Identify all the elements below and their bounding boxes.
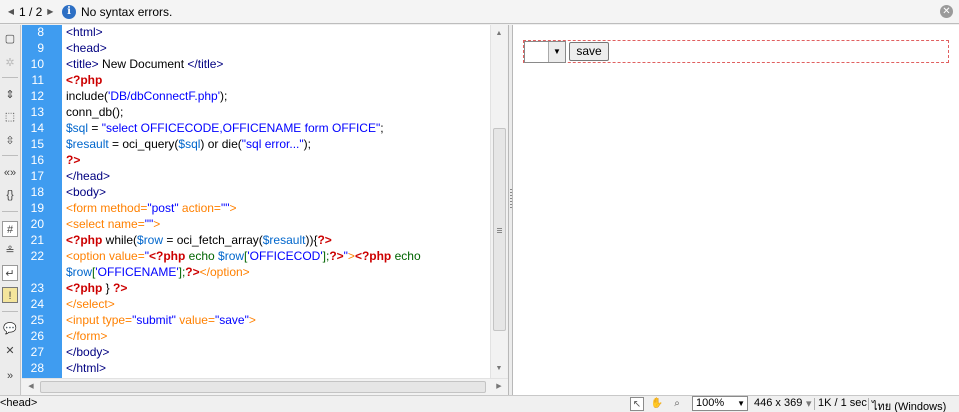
code-text: </select> — [66, 297, 115, 311]
line-number: 17 — [30, 169, 44, 183]
more-tools-chevron-icon[interactable]: » — [2, 368, 18, 384]
code-text: <?php while($row = oci_fetch_array($resa… — [66, 233, 332, 247]
code-text: </head> — [66, 169, 111, 183]
line-number: 16 — [30, 153, 44, 167]
code-text: $row['OFFICENAME'];?></option> — [66, 265, 250, 279]
word-wrap-icon[interactable]: ↵ — [2, 265, 18, 281]
code-text: ?> — [66, 153, 81, 167]
line-number: 11 — [31, 73, 44, 87]
line-number: 23 — [30, 281, 44, 295]
code-text: </body> — [66, 345, 110, 359]
expand-all-icon[interactable]: ⇳ — [2, 133, 18, 149]
syntax-message: No syntax errors. — [81, 4, 173, 19]
chevron-down-icon: ▼ — [737, 399, 745, 408]
info-icon: i — [62, 4, 76, 19]
office-select[interactable]: ▼ — [524, 41, 566, 63]
code-text: <head> — [66, 41, 107, 55]
design-view[interactable]: ▼ save — [513, 25, 959, 395]
code-text: $resault = oci_query($sql) or die("sql e… — [66, 137, 311, 151]
scroll-down-icon[interactable]: ▼ — [494, 364, 504, 374]
balance-braces-icon[interactable]: {} — [2, 187, 18, 203]
status-divider — [814, 398, 815, 410]
code-text: <?php } ?> — [66, 281, 128, 295]
code-text: </form> — [66, 329, 108, 343]
code-text: </html> — [66, 361, 107, 375]
code-text: $sql = "select OFFICECODE,OFFICENAME for… — [66, 121, 384, 135]
toolbar-divider — [2, 77, 18, 78]
line-number: 26 — [30, 329, 44, 343]
window-size[interactable]: 446 x 369 — [754, 397, 802, 409]
code-editor[interactable]: 8 <html> 9 <head> 10 <title> New Document </t… — [22, 25, 490, 378]
select-parent-tag-icon[interactable]: «» — [2, 165, 18, 181]
line-number: 8 — [37, 25, 44, 39]
line-numbers-icon[interactable]: # — [2, 221, 18, 237]
line-number: 22 — [30, 249, 44, 263]
line-number: 12 — [30, 89, 44, 103]
tag-selector[interactable]: <head> — [0, 397, 37, 409]
line-number: 14 — [30, 121, 44, 135]
select-tool-icon[interactable]: ↖ — [630, 397, 644, 411]
line-number: 15 — [30, 137, 44, 151]
scroll-thumb[interactable] — [40, 381, 486, 393]
pager-text: 1 / 2 — [19, 4, 43, 19]
next-arrow-icon[interactable]: ▶ — [45, 7, 55, 16]
code-text: <select name=""> — [66, 217, 161, 231]
line-number: 21 — [30, 233, 44, 247]
toolbar-divider — [2, 211, 18, 212]
form-outline[interactable]: ▼ save — [523, 40, 949, 63]
zoom-value: 100% — [696, 397, 725, 409]
code-text: <html> — [66, 25, 103, 39]
zoom-select[interactable]: 100% ▼ — [692, 396, 748, 411]
hand-tool-icon[interactable]: ✋ — [650, 397, 664, 411]
scroll-right-icon[interactable]: ▶ — [494, 382, 504, 392]
line-number: 24 — [30, 297, 44, 311]
syntax-error-alerts-icon[interactable]: ! — [2, 287, 18, 303]
error-navigator: ◀ 1 / 2 ▶ — [0, 5, 60, 19]
line-number: 28 — [30, 361, 44, 375]
code-horizontal-scrollbar[interactable]: ◀ ▶ — [22, 378, 508, 395]
download-time: 1K / 1 sec — [818, 397, 867, 409]
line-number: 13 — [30, 105, 44, 119]
code-vertical-scrollbar[interactable]: ▲ ▼ — [490, 25, 507, 378]
open-documents-icon[interactable]: ▢ — [2, 31, 18, 47]
code-text: <body> — [66, 185, 107, 199]
collapse-full-tag-icon[interactable]: ⇕ — [2, 87, 18, 103]
encoding: ไทย (Windows) — [872, 401, 947, 412]
line-number: 19 — [30, 201, 44, 215]
code-text: <option value="<?php echo $row['OFFICECO… — [66, 249, 421, 263]
line-number: 27 — [30, 345, 44, 359]
code-text: <input type="submit" value="save"> — [66, 313, 256, 327]
status-bar: <head> ↖ ✋ ⌕ 100% ▼ 446 x 369 ▾ 1K / 1 s… — [0, 395, 959, 412]
scroll-thumb[interactable] — [493, 128, 506, 331]
chevron-down-icon[interactable]: ▼ — [548, 42, 565, 62]
code-text: conn_db(); — [66, 105, 124, 119]
code-text: include('DB/dbConnectF.php'); — [66, 89, 228, 103]
apply-comment-icon[interactable]: 💬 — [2, 321, 18, 337]
collapse-selection-icon[interactable]: ⬚ — [2, 109, 18, 125]
line-number: 10 — [30, 57, 44, 71]
zoom-tool-icon[interactable]: ⌕ — [670, 397, 684, 411]
line-number: 9 — [37, 41, 44, 55]
code-text: <?php — [66, 73, 103, 87]
remove-comment-icon[interactable]: ✕ — [2, 343, 18, 359]
highlight-invalid-code-icon[interactable]: ≗ — [2, 243, 18, 259]
line-number: 18 — [30, 185, 44, 199]
line-number: 25 — [30, 313, 44, 327]
info-bar: ◀ 1 / 2 ▶ i No syntax errors. ✕ — [0, 0, 959, 24]
coding-toolbar: ▢ ✲ ⇕ ⬚ ⇳ «» {} # ≗ ↵ ! 💬 ✕ » — [0, 25, 21, 395]
save-button[interactable]: save — [569, 42, 609, 61]
scroll-left-icon[interactable]: ◀ — [26, 382, 36, 392]
previous-arrow-icon[interactable]: ◀ — [6, 7, 16, 16]
toolbar-divider — [2, 155, 18, 156]
code-text: <form method="post" action=""> — [66, 201, 237, 215]
code-text: <title> New Document </title> — [66, 57, 224, 71]
status-divider — [868, 398, 869, 410]
show-code-navigator-icon[interactable]: ✲ — [2, 55, 18, 71]
close-icon[interactable]: ✕ — [940, 5, 953, 18]
toolbar-divider — [2, 311, 18, 312]
line-number: 20 — [30, 217, 44, 231]
scroll-up-icon[interactable]: ▲ — [494, 29, 504, 39]
